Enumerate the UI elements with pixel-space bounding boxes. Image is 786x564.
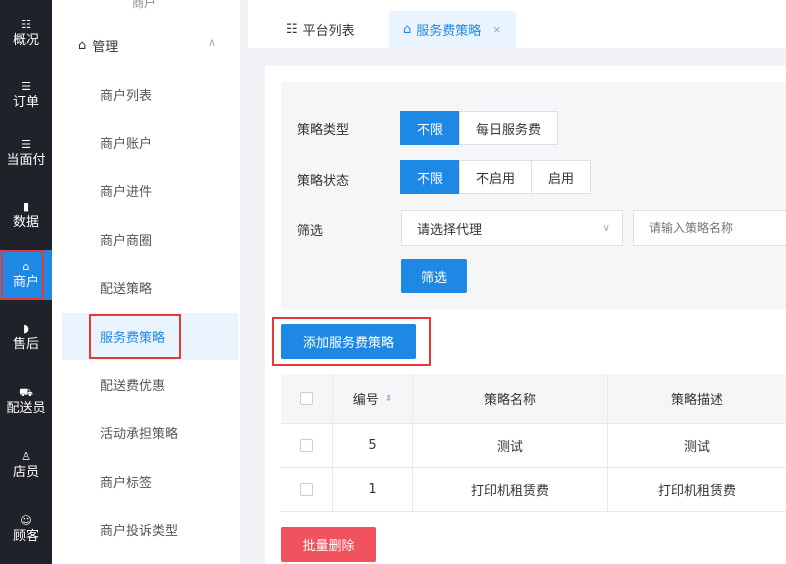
bar-chart-icon: ▮ [22,199,30,213]
menu-item-delivery-discount[interactable]: 配送费优惠 [62,362,238,406]
menu-group-label: 管理 [92,40,119,55]
dashboard-icon: ☷ [21,17,31,31]
users-icon: ♙ [21,449,31,463]
column-header-name: 策略名称 [413,374,608,423]
strategy-status-selector: 不限 不启用 启用 [400,160,592,194]
table-header: 编号 ⬍ 策略名称 策略描述 [281,374,786,424]
type-option-daily[interactable]: 每日服务费 [459,111,559,145]
menu-item-activity-cost[interactable]: 活动承担策略 [62,410,238,454]
tab-bar: ☷ 平台列表 ⌂ 服务费策略 × [248,0,786,48]
add-service-fee-strategy-button[interactable]: 添加服务费策略 [281,324,416,359]
filter-panel: 策略类型 不限 每日服务费 策略状态 不限 不启用 启用 筛选 请选择代理 ∨ … [281,82,786,309]
grid-list-icon: ☷ [286,22,298,37]
tab-service-fee-strategy[interactable]: ⌂ 服务费策略 × [389,11,516,48]
cell-name: 打印机租赁费 [413,468,608,511]
status-option-enabled[interactable]: 启用 [531,160,592,194]
tab-label: 平台列表 [302,24,355,39]
list-icon: ☰ [21,79,31,93]
menu-item-service-fee-strategy[interactable]: 服务费策略 [62,313,238,360]
table-row: 1 打印机租赁费 打印机租赁费 [281,468,786,512]
nav-customers[interactable]: ☺ 顾客 [0,504,52,554]
menu-item-merchant-account[interactable]: 商户账户 [62,120,238,164]
close-icon[interactable]: × [492,23,501,36]
merchant-submenu: 商户 ⌂ 管理 ∧ 商户列表 商户账户 商户进件 商户商圈 配送策略 服务费策略… [52,0,240,564]
headset-icon: ◗ [23,321,29,335]
nav-couriers[interactable]: ⛟ 配送员 [0,376,52,426]
tab-platform-list[interactable]: ☷ 平台列表 [272,11,369,48]
nav-label: 概况 [12,32,39,48]
nav-orders[interactable]: ☰ 订单 [0,70,52,120]
status-option-disabled[interactable]: 不启用 [459,160,533,194]
nav-staff[interactable]: ♙ 店员 [0,440,52,490]
select-all-cell [281,374,333,423]
customer-icon: ☺ [20,513,32,527]
column-header-desc: 策略描述 [670,393,723,408]
cell-id: 5 [333,424,413,467]
menu-item-delivery-strategy[interactable]: 配送策略 [62,265,238,309]
cell-name: 测试 [413,424,608,467]
submenu-top-label: 商户 [132,0,157,10]
nav-label: 数据 [12,214,39,230]
store-icon: ⌂ [22,259,30,273]
main-content: 策略类型 不限 每日服务费 策略状态 不限 不启用 启用 筛选 请选择代理 ∨ … [265,66,786,564]
agent-select[interactable]: 请选择代理 ∨ [401,210,623,246]
strategy-type-label: 策略类型 [297,123,350,138]
nav-face-pay[interactable]: ☰ 当面付 [0,128,52,178]
row-select-cell [281,424,333,467]
column-header-id[interactable]: 编号 ⬍ [333,374,413,423]
nav-label: 顾客 [12,528,39,544]
strategy-type-selector: 不限 每日服务费 [400,111,559,145]
tab-label: 服务费策略 [416,24,482,39]
list-icon: ☰ [21,137,31,151]
main-nav-rail: ☷ 概况 ☰ 订单 ☰ 当面付 ▮ 数据 ⌂ 商户 ◗ 售后 ⛟ 配送员 ♙ 店… [0,0,52,564]
screen-label: 筛选 [297,224,324,239]
sort-icon[interactable]: ⬍ [385,394,393,404]
row-checkbox[interactable] [300,439,313,452]
nav-label: 售后 [12,336,39,352]
row-select-cell [281,468,333,511]
table-row: 5 测试 测试 [281,424,786,468]
cell-id: 1 [333,468,413,511]
divider [240,0,248,564]
screen-button[interactable]: 筛选 [401,259,467,293]
nav-label: 订单 [12,94,39,110]
nav-overview[interactable]: ☷ 概况 [0,8,52,58]
menu-group-management[interactable]: ⌂ 管理 ∧ [78,36,216,55]
menu-item-merchant-list[interactable]: 商户列表 [62,72,238,116]
store-icon: ⌂ [403,22,412,37]
select-value: 请选择代理 [417,222,483,238]
type-option-all[interactable]: 不限 [400,111,461,145]
nav-label: 商户 [12,274,39,290]
select-all-checkbox[interactable] [300,392,313,405]
status-option-all[interactable]: 不限 [400,160,461,194]
chevron-down-icon: ∨ [602,222,610,234]
bulk-delete-button[interactable]: 批量删除 [281,527,376,562]
nav-label: 配送员 [6,400,46,416]
scooter-icon: ⛟ [19,385,33,399]
nav-after-sales[interactable]: ◗ 售后 [0,312,52,362]
menu-item-merchant-onboarding[interactable]: 商户进件 [62,168,238,212]
menu-item-complaint-types[interactable]: 商户投诉类型 [62,507,238,551]
menu-item-merchant-tags[interactable]: 商户标签 [62,459,238,503]
store-icon: ⌂ [78,38,87,53]
column-label: 编号 [352,393,379,408]
nav-merchant[interactable]: ⌂ 商户 [0,250,52,300]
nav-data[interactable]: ▮ 数据 [0,190,52,240]
chevron-up-icon: ∧ [208,36,217,49]
nav-label: 当面付 [6,152,46,168]
cell-desc: 打印机租赁费 [657,484,736,499]
strategy-status-label: 策略状态 [297,174,350,189]
cell-desc: 测试 [683,440,710,455]
nav-label: 店员 [12,464,39,480]
strategy-name-input[interactable] [633,210,786,246]
menu-item-merchant-circle[interactable]: 商户商圈 [62,217,238,261]
row-checkbox[interactable] [300,483,313,496]
